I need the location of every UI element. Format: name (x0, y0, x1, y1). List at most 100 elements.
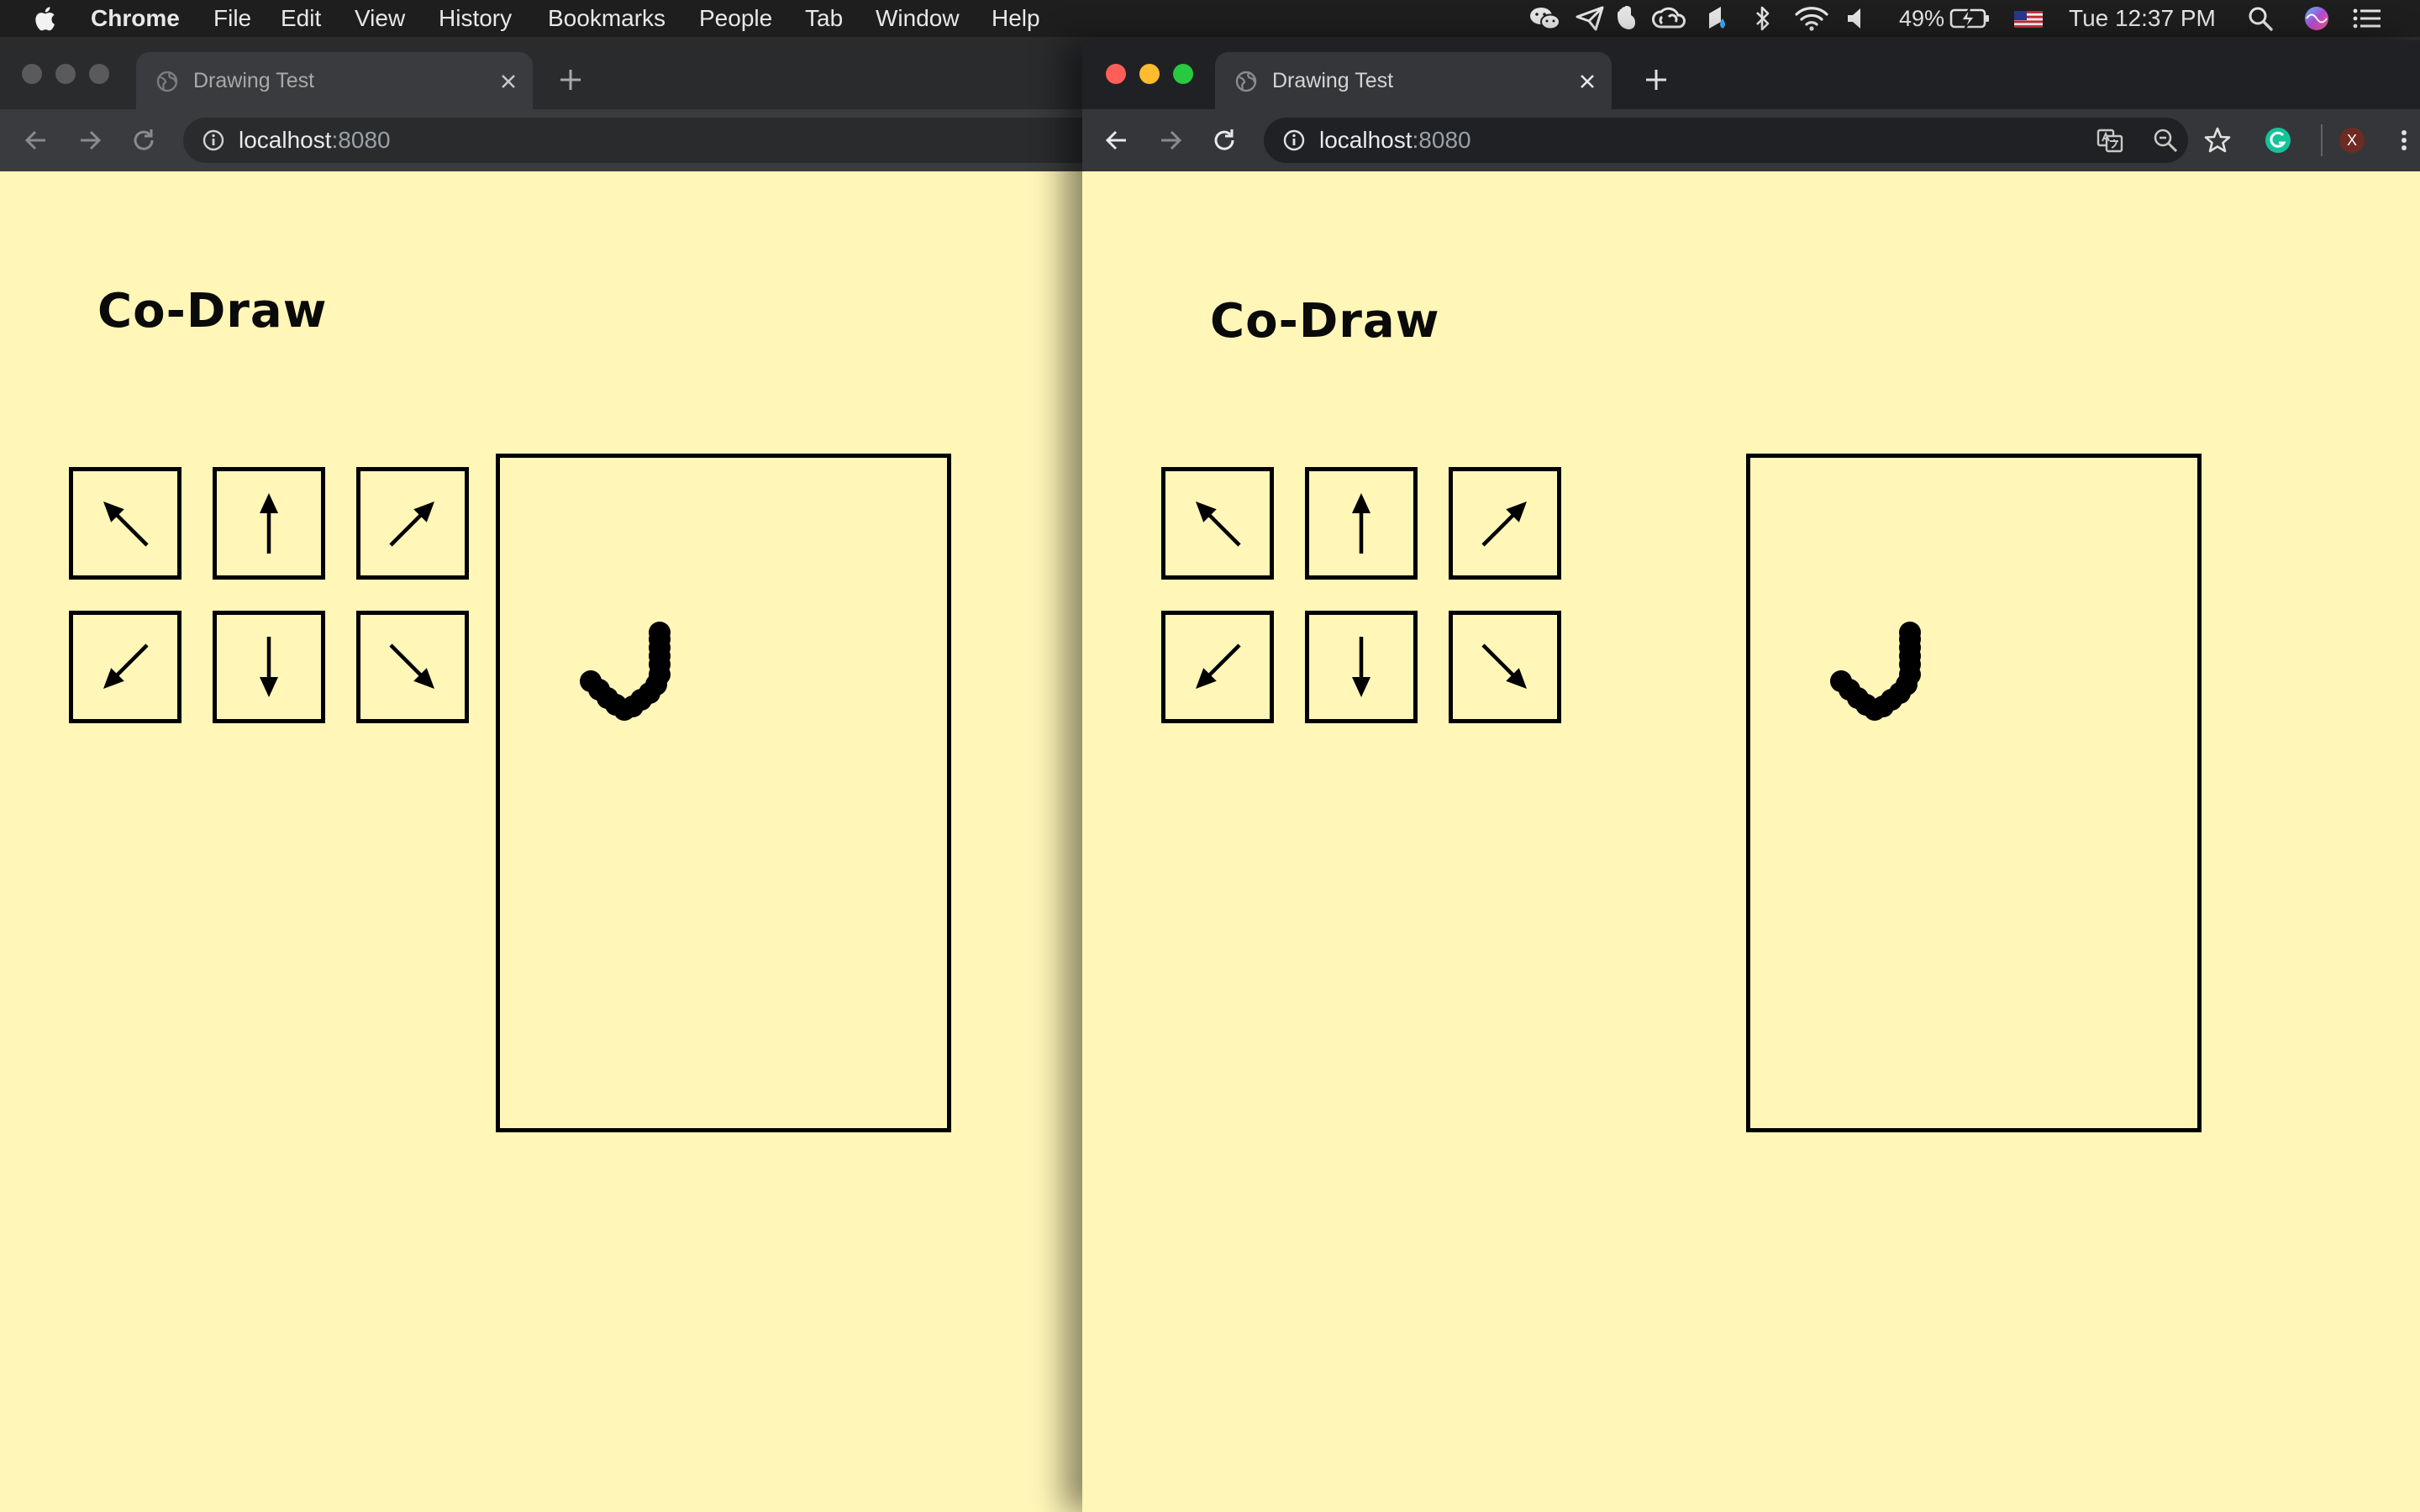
forward-arrow-icon[interactable] (1156, 126, 1185, 155)
address-bar[interactable]: localhost:8080 (183, 118, 1082, 163)
creative-cloud-icon[interactable] (1650, 5, 1689, 32)
volume-icon[interactable] (1845, 5, 1867, 32)
bookmark-star-icon[interactable] (2203, 126, 2232, 155)
battery-icon[interactable] (1949, 5, 1991, 32)
menu-people[interactable]: People (699, 5, 772, 32)
url-port: :8080 (1412, 127, 1471, 153)
wifi-icon[interactable] (1795, 5, 1828, 32)
us-flag-icon[interactable] (2013, 5, 2044, 32)
arrow-down-right-icon (389, 643, 434, 689)
url-text[interactable]: localhost:8080 (239, 127, 391, 154)
arrow-shaft (389, 512, 424, 547)
spotlight-search-icon[interactable] (2247, 5, 2274, 32)
browser-window-left: Drawing Test localhost:8080 Co-Draw (0, 40, 1082, 1512)
info-icon[interactable] (202, 129, 225, 152)
reload-icon[interactable] (1210, 126, 1239, 155)
web-page: Co-Draw (0, 171, 1082, 1512)
arrow-down-button[interactable] (1305, 611, 1418, 723)
info-icon[interactable] (1282, 129, 1306, 152)
url-text[interactable]: localhost:8080 (1319, 127, 1471, 154)
menu-file[interactable]: File (213, 5, 251, 32)
chrome-menu-icon[interactable] (2398, 126, 2410, 155)
arrow-shaft (1207, 643, 1241, 678)
notification-center-icon[interactable] (2351, 5, 2383, 32)
toolbar-divider (2321, 124, 2323, 156)
tab-strip: Drawing Test (0, 40, 1082, 109)
tab-title: Drawing Test (193, 69, 315, 92)
drawing-canvas[interactable] (1746, 454, 2202, 1132)
arrow-head (1352, 493, 1370, 513)
arrow-up-button[interactable] (213, 467, 325, 580)
bluetooth-icon[interactable] (1753, 5, 1773, 32)
arrow-shaft (1207, 512, 1241, 547)
battery-percent[interactable]: 49% (1899, 5, 1944, 32)
droplet-icon[interactable] (1704, 5, 1731, 32)
new-tab-icon[interactable] (558, 67, 583, 92)
back-arrow-icon[interactable] (1102, 126, 1131, 155)
evernote-icon[interactable] (1613, 5, 1640, 32)
browser-tab[interactable]: Drawing Test (136, 52, 533, 109)
drawing-canvas[interactable] (496, 454, 951, 1132)
tab-strip: Drawing Test (1082, 40, 2420, 109)
reload-icon[interactable] (129, 126, 158, 155)
window-minimize-button[interactable] (1139, 64, 1160, 84)
arrow-down-left-button[interactable] (1161, 611, 1274, 723)
window-zoom-button[interactable] (89, 64, 109, 84)
menu-help[interactable]: Help (992, 5, 1040, 32)
stroke-dot (1899, 622, 1921, 643)
zoom-icon[interactable] (2151, 126, 2180, 155)
menu-app-name[interactable]: Chrome (91, 5, 180, 32)
arrow-down-right-button[interactable] (356, 611, 469, 723)
wechat-icon[interactable] (1528, 5, 1563, 32)
window-zoom-button[interactable] (1173, 64, 1193, 84)
browser-toolbar: localhost:8080 (0, 109, 1082, 171)
arrow-down-left-button[interactable] (69, 611, 182, 723)
menu-window[interactable]: Window (876, 5, 960, 32)
menu-view[interactable]: View (355, 5, 405, 32)
arrow-down-left-icon (1196, 643, 1241, 689)
browser-tab[interactable]: Drawing Test (1215, 52, 1612, 109)
translate-icon[interactable] (2096, 126, 2124, 155)
grammarly-icon[interactable] (2264, 126, 2292, 155)
window-close-button[interactable] (22, 64, 42, 84)
arrow-up-icon (260, 493, 278, 554)
url-host: localhost (239, 127, 332, 153)
arrow-up-right-button[interactable] (356, 467, 469, 580)
siri-icon[interactable] (2302, 5, 2331, 32)
arrow-down-right-button[interactable] (1449, 611, 1561, 723)
arrow-up-right-button[interactable] (1449, 467, 1561, 580)
menu-history[interactable]: History (439, 5, 512, 32)
back-arrow-icon[interactable] (22, 126, 50, 155)
globe-icon (156, 71, 178, 92)
tab-title: Drawing Test (1272, 69, 1394, 92)
arrow-down-button[interactable] (213, 611, 325, 723)
address-bar[interactable]: localhost:8080 (1264, 118, 2188, 163)
menubar-clock[interactable]: Tue 12:37 PM (2069, 5, 2216, 32)
paper-plane-icon[interactable] (1575, 5, 1605, 32)
page-title: Co-Draw (1210, 294, 1440, 349)
url-host: localhost (1319, 127, 1413, 153)
arrow-up-icon (1352, 493, 1370, 554)
menu-edit[interactable]: Edit (281, 5, 321, 32)
arrow-head (260, 493, 278, 513)
menu-tab[interactable]: Tab (805, 5, 843, 32)
window-close-button[interactable] (1106, 64, 1126, 84)
apple-menu-icon[interactable] (32, 3, 60, 34)
close-tab-icon[interactable] (1578, 72, 1597, 91)
close-tab-icon[interactable] (499, 72, 518, 91)
forward-arrow-icon[interactable] (76, 126, 104, 155)
menu-bookmarks[interactable]: Bookmarks (548, 5, 666, 32)
arrow-up-button[interactable] (1305, 467, 1418, 580)
arrow-shaft (1481, 512, 1516, 547)
arrow-up-right-icon (1481, 501, 1527, 547)
browser-window-right: Drawing Test localhost:8080 X Co-Draw (1082, 40, 2420, 1512)
window-minimize-button[interactable] (55, 64, 76, 84)
arrow-up-left-button[interactable] (69, 467, 182, 580)
new-tab-icon[interactable] (1644, 67, 1669, 92)
page-title: Co-Draw (97, 284, 328, 339)
web-page: Co-Draw (1082, 171, 2420, 1512)
globe-icon (1235, 71, 1257, 92)
arrow-down-icon (260, 637, 278, 697)
arrow-down-right-icon (1481, 643, 1527, 689)
arrow-up-left-button[interactable] (1161, 467, 1274, 580)
